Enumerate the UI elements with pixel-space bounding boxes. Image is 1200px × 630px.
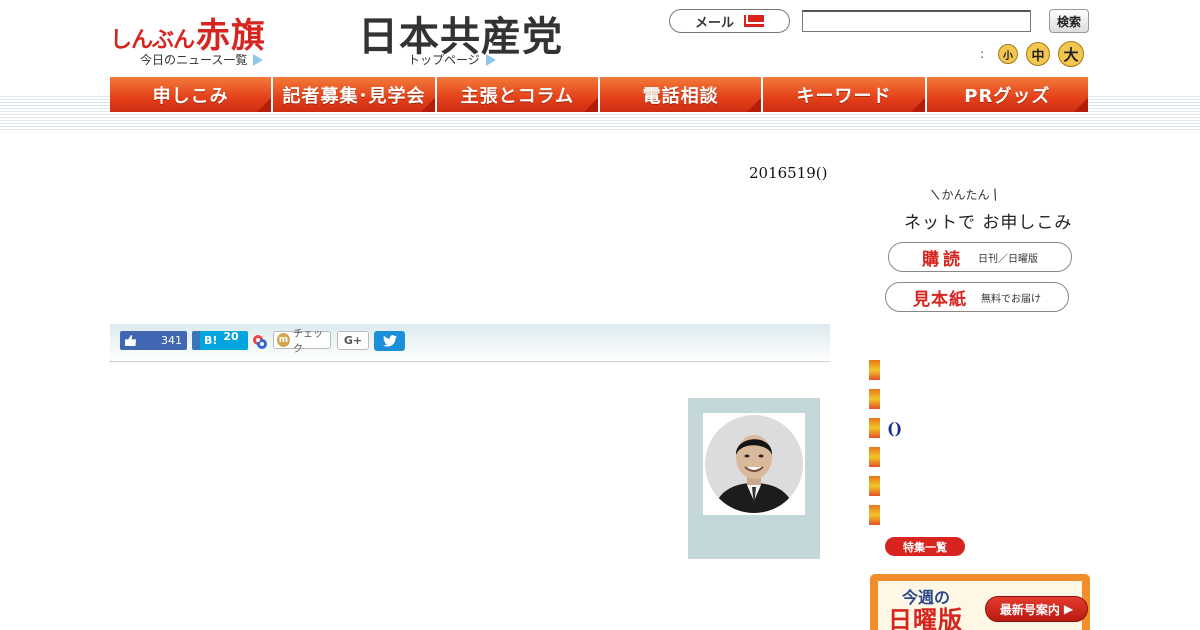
font-size-large-button[interactable]: 大 <box>1058 41 1085 67</box>
list-marker <box>869 447 880 467</box>
feature-item-link[interactable]: () <box>887 419 902 438</box>
news-list-label: 今日のニュース一覧 <box>140 53 248 67</box>
akahata-logo-kana: しんぶん <box>110 28 195 53</box>
list-marker <box>869 476 880 496</box>
hatena-label: B! <box>204 334 218 347</box>
nav-item-apply[interactable]: 申しこみ <box>110 77 274 112</box>
net-apply-heading: ネットで お申しこみ <box>904 213 1073 233</box>
easy-label: \ かんたん / <box>930 186 1001 204</box>
list-marker <box>869 389 880 409</box>
subscribe-sublabel: 日刊／日曜版 <box>978 253 1038 265</box>
hatena-count: 20 <box>223 330 239 343</box>
portrait-photo <box>705 415 803 513</box>
sample-paper-button[interactable]: 見本紙 無料でお届け <box>885 282 1069 312</box>
hatena-bookmark-button[interactable]: B! 20 <box>192 330 248 350</box>
mixi-check-button[interactable]: m チェック <box>273 329 331 355</box>
mixi-icon: m <box>277 333 290 347</box>
search-button[interactable]: 検索 <box>1049 9 1089 33</box>
thumb-up-icon <box>125 335 136 346</box>
font-size-small-button[interactable]: 小 <box>998 44 1019 64</box>
google-bookmark-icon[interactable] <box>252 334 268 350</box>
google-plus-button[interactable]: G+ <box>337 331 369 350</box>
mixi-label: チェック <box>292 329 323 355</box>
mail-button[interactable]: メール <box>669 9 790 33</box>
triangle-arrow-icon <box>253 53 264 66</box>
top-page-label: トップページ <box>408 53 480 67</box>
nav-item-phone-consult[interactable]: 電話相談 <box>599 77 764 112</box>
news-list-link[interactable]: 今日のニュース一覧 <box>140 51 264 68</box>
list-marker <box>869 505 880 525</box>
mail-label: メール <box>694 15 734 31</box>
sunday-edition-title: 日曜版 <box>888 606 963 630</box>
share-bar: 341 B! 20 m チェック G+ <box>110 324 830 362</box>
subscribe-label: 購読 <box>922 249 964 270</box>
latest-issue-label: 最新号案内 <box>999 602 1060 617</box>
facebook-like-button[interactable]: 341 <box>120 331 187 350</box>
twitter-bird-icon <box>382 335 397 347</box>
latest-issue-button[interactable]: 最新号案内 ▶ <box>985 596 1088 622</box>
sample-sublabel: 無料でお届け <box>981 293 1041 305</box>
nav-item-keyword[interactable]: キーワード <box>763 77 927 112</box>
akahata-logo[interactable]: しんぶん 赤旗 <box>110 8 266 57</box>
nav-item-reporter-recruit[interactable]: 記者募集･見学会 <box>273 77 437 112</box>
akahata-logo-kanji: 赤旗 <box>196 16 267 56</box>
font-size-controls: : 小 中 大 <box>980 41 1085 67</box>
nav-item-pr-goods[interactable]: PRグッズ <box>926 77 1089 112</box>
feature-list-button[interactable]: 特集一覧 <box>885 537 965 556</box>
easy-text: かんたん <box>941 188 990 202</box>
subscribe-button[interactable]: 購読 日刊／日曜版 <box>888 242 1072 272</box>
list-marker <box>869 418 880 438</box>
sample-label: 見本紙 <box>913 289 967 310</box>
font-size-colon: : <box>980 47 985 61</box>
font-size-medium-button[interactable]: 中 <box>1026 42 1051 66</box>
tweet-button[interactable] <box>374 331 405 351</box>
nav-item-editorial-column[interactable]: 主張とコラム <box>436 77 600 112</box>
main-nav: 申しこみ 記者募集･見学会 主張とコラム 電話相談 キーワード PRグッズ <box>110 77 1089 112</box>
article-photo-box <box>688 398 820 559</box>
list-marker <box>869 360 880 380</box>
mail-icon <box>744 15 764 27</box>
triangle-arrow-icon <box>485 53 496 66</box>
photo-frame <box>703 413 805 515</box>
search-input[interactable] <box>802 10 1031 32</box>
page: しんぶん 赤旗 今日のニュース一覧 日本共産党 トップページ メール 検索 : … <box>0 0 1200 630</box>
top-page-link[interactable]: トップページ <box>408 51 496 68</box>
facebook-like-count: 341 <box>161 334 182 347</box>
play-arrow-icon: ▶ <box>1063 602 1074 616</box>
article-date: 2016519() <box>749 164 828 182</box>
